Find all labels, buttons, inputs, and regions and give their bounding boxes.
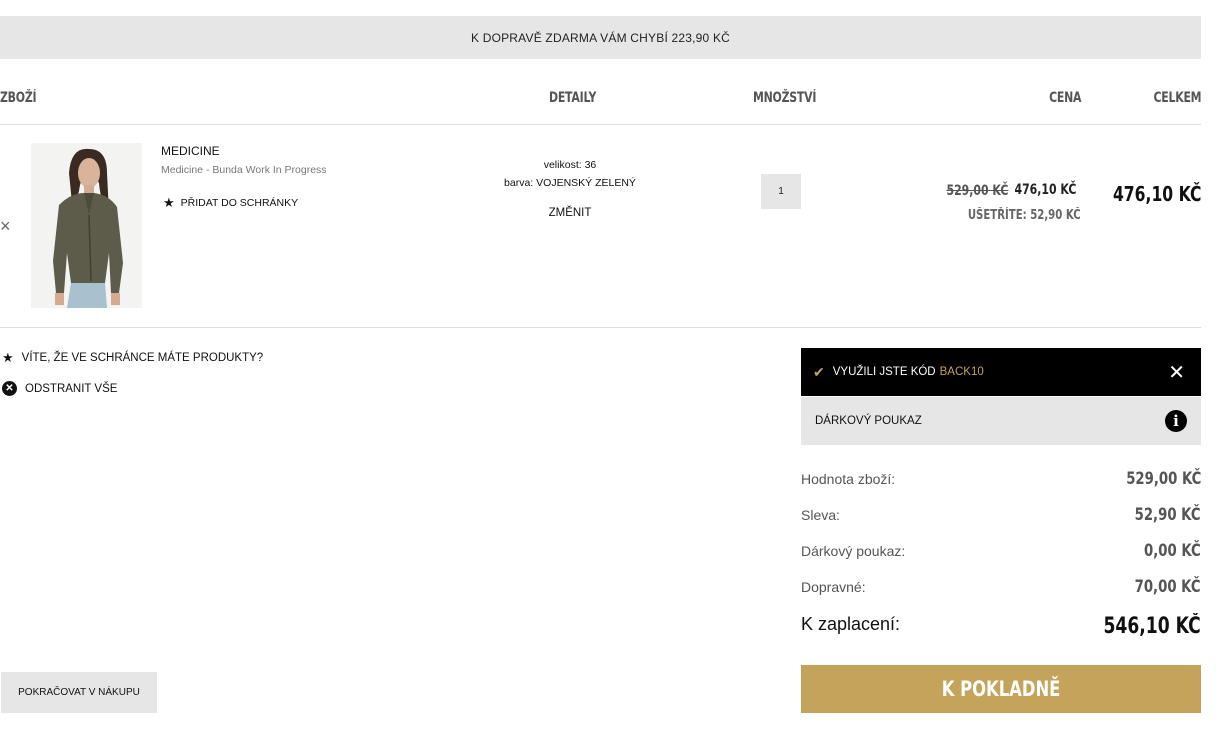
color-value: VOJENSKÝ ZELENÝ bbox=[536, 177, 636, 189]
quantity-input[interactable]: 1 bbox=[761, 174, 801, 209]
summary-shipping: Dopravné: 70,00 KČ bbox=[801, 577, 1201, 599]
info-icon[interactable]: i bbox=[1165, 410, 1187, 432]
size-label: velikost: bbox=[543, 159, 582, 171]
summary-value: 529,00 KČ bbox=[1125, 469, 1201, 489]
unit-price: 529,00 KČ 476,10 KČ bbox=[929, 182, 1076, 199]
close-icon[interactable]: ✕ bbox=[1168, 360, 1185, 385]
remove-all-label: ODSTRANIT VŠE bbox=[25, 382, 118, 395]
summary-label: Sleva: bbox=[801, 507, 840, 523]
item-total-value: 476,10 KČ bbox=[1112, 182, 1201, 206]
summary-label: Dárkový poukaz: bbox=[801, 543, 906, 559]
header-divider bbox=[0, 124, 1201, 125]
add-to-wishlist-link[interactable]: ★ PŘIDAT DO SCHRÁNKY bbox=[163, 196, 298, 209]
gift-voucher-label: DÁRKOVÝ POUKAZ bbox=[815, 415, 922, 427]
summary-goods-value: Hodnota zboží: 529,00 KČ bbox=[801, 469, 1201, 491]
size-detail: velikost: 36 bbox=[490, 159, 650, 171]
header-price: CENA bbox=[1048, 90, 1081, 106]
coupon-code: BACK10 bbox=[939, 366, 984, 378]
row-divider bbox=[0, 327, 1201, 328]
summary-value: 70,00 KČ bbox=[1135, 577, 1201, 597]
wishlist-notice-link[interactable]: ★ VÍTE, ŽE VE SCHRÁNCE MÁTE PRODUKTY? bbox=[2, 351, 263, 364]
product-photo-jacket bbox=[31, 143, 142, 308]
size-value: 36 bbox=[584, 159, 597, 171]
color-label: barva: bbox=[504, 177, 534, 189]
discounted-price: 476,10 KČ bbox=[1014, 182, 1076, 198]
summary-value: 52,90 KČ bbox=[1135, 505, 1201, 525]
product-image[interactable] bbox=[31, 143, 142, 308]
summary-label: K zaplacení: bbox=[801, 614, 901, 634]
free-shipping-text: K DOPRAVĚ ZDARMA VÁM CHYBÍ 223,90 KČ bbox=[470, 30, 731, 45]
summary-gift-voucher: Dárkový poukaz: 0,00 KČ bbox=[801, 541, 1201, 563]
product-name[interactable]: MEDICINE bbox=[161, 144, 220, 158]
summary-discount: Sleva: 52,90 KČ bbox=[801, 505, 1201, 527]
star-icon: ★ bbox=[2, 350, 14, 365]
wishlist-notice-label: VÍTE, ŽE VE SCHRÁNCE MÁTE PRODUKTY? bbox=[21, 351, 264, 364]
remove-all-link[interactable]: ✕ ODSTRANIT VŠE bbox=[2, 381, 117, 396]
free-shipping-banner: K DOPRAVĚ ZDARMA VÁM CHYBÍ 223,90 KČ bbox=[0, 16, 1201, 59]
original-price: 529,00 KČ bbox=[946, 183, 1008, 199]
coupon-text: VYUŽILI JSTE KÓD bbox=[832, 366, 936, 378]
savings-text: UŠETŘÍTE: 52,90 KČ bbox=[936, 207, 1081, 223]
star-icon: ★ bbox=[163, 195, 175, 210]
header-product: ZBOŽÍ bbox=[0, 90, 37, 106]
applied-coupon: ✔ VYUŽILI JSTE KÓD BACK10 ✕ bbox=[801, 348, 1201, 396]
remove-item-icon[interactable]: × bbox=[0, 217, 11, 235]
summary-value: 0,00 KČ bbox=[1144, 541, 1201, 561]
continue-shopping-button[interactable]: POKRAČOVAT V NÁKUPU bbox=[1, 672, 157, 713]
gift-voucher-toggle[interactable]: DÁRKOVÝ POUKAZ i bbox=[801, 397, 1201, 445]
change-variant-link[interactable]: ZMĚNIT bbox=[490, 207, 650, 219]
header-total: CELKEM bbox=[1153, 90, 1201, 106]
cart-table-header: ZBOŽÍ DETAILY MNOŽSTVÍ CENA CELKEM bbox=[0, 90, 1201, 110]
continue-shopping-label: POKRAČOVAT V NÁKUPU bbox=[18, 687, 140, 698]
summary-label: Dopravné: bbox=[801, 579, 866, 595]
checkout-button[interactable]: K POKLADNĚ bbox=[801, 665, 1201, 713]
product-description: Medicine - Bunda Work In Progress bbox=[161, 164, 327, 176]
header-details: DETAILY bbox=[549, 90, 597, 106]
savings-value: UŠETŘÍTE: 52,90 KČ bbox=[968, 208, 1081, 223]
summary-label: Hodnota zboží: bbox=[801, 471, 896, 487]
check-icon: ✔ bbox=[813, 363, 825, 380]
add-to-wishlist-label: PŘIDAT DO SCHRÁNKY bbox=[180, 196, 299, 209]
summary-total-to-pay: K zaplacení: 546,10 KČ bbox=[801, 614, 1201, 642]
header-quantity: MNOŽSTVÍ bbox=[753, 90, 817, 106]
remove-circle-icon: ✕ bbox=[2, 381, 17, 396]
summary-value: 546,10 KČ bbox=[1103, 614, 1201, 639]
checkout-label: K POKLADNĚ bbox=[941, 677, 1061, 701]
item-total: 476,10 KČ bbox=[1088, 182, 1201, 207]
color-detail: barva: VOJENSKÝ ZELENÝ bbox=[490, 177, 650, 189]
